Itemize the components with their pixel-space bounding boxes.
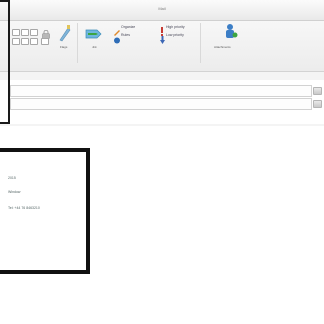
low-priority-label[interactable]: Low priority (166, 33, 184, 37)
organize-label[interactable]: Organize (121, 25, 135, 29)
clipboard-icon-3[interactable] (30, 29, 38, 36)
preview-line-1: 2015 (8, 176, 16, 180)
junk-caption: Jnk (92, 45, 97, 49)
screenshot-root: Mail Flags Jnk Organize Rules High prior… (0, 0, 324, 324)
flags-caption: Flags (60, 45, 68, 49)
clipboard-icon-4[interactable] (12, 38, 20, 45)
preview-line-3: Tel: +44 76 8463210 (8, 206, 40, 210)
cc-field[interactable] (10, 98, 312, 110)
high-priority-label[interactable]: High priority (166, 25, 185, 29)
flag-icon[interactable] (58, 24, 72, 47)
window-title: Mail (158, 6, 166, 11)
mail-window: Mail Flags Jnk Organize Rules High prior… (0, 0, 324, 126)
ribbon-divider (77, 23, 78, 63)
ribbon-toolbar: Flags Jnk Organize Rules High priority L… (0, 21, 324, 72)
rules-label[interactable]: Rules (121, 33, 130, 37)
ribbon-divider-2 (200, 23, 201, 63)
title-bar: Mail (0, 0, 324, 21)
rules-icon[interactable] (113, 31, 121, 49)
to-field-button[interactable] (313, 87, 322, 95)
clipboard-icon-1[interactable] (12, 29, 20, 36)
low-priority-icon[interactable] (160, 31, 165, 49)
overlay-frame-right (8, 0, 10, 124)
preview-line-2: Window (8, 190, 21, 194)
clipboard-icon-5[interactable] (21, 38, 29, 45)
cc-field-button[interactable] (313, 100, 322, 108)
clipboard-icon-2[interactable] (21, 29, 29, 36)
people-icon[interactable] (222, 23, 238, 46)
clipboard-icon-6[interactable] (30, 38, 38, 45)
calendar-icon[interactable] (41, 38, 49, 45)
overlay-frame-bottom (0, 122, 10, 124)
message-preview-box: 2015 Window Tel: +44 76 8463210 (0, 148, 90, 274)
address-fields (0, 80, 324, 124)
attachments-caption: Attachments (214, 45, 231, 49)
junk-icon[interactable] (85, 26, 103, 46)
to-field[interactable] (10, 85, 312, 97)
